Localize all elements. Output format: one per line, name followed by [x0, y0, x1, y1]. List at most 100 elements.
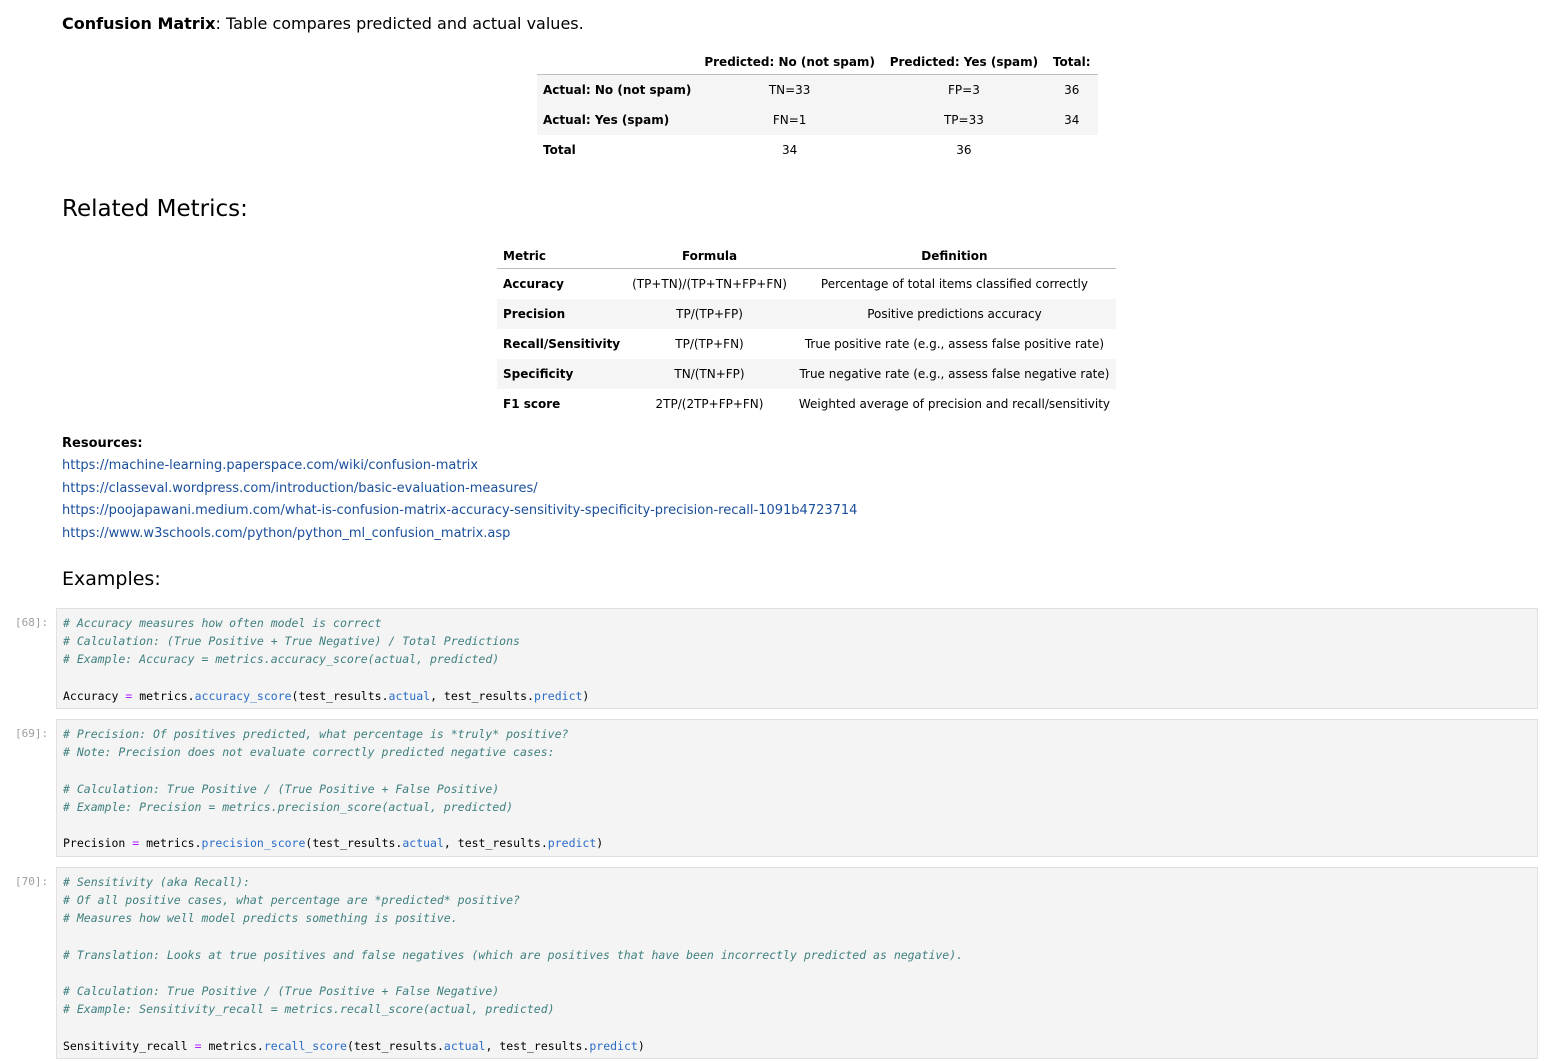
code-comment: # Calculation: True Positive / (True Pos… [63, 781, 500, 796]
resource-link[interactable]: https://poojapawani.medium.com/what-is-c… [62, 503, 857, 518]
table-cell: TP=33 [881, 105, 1046, 135]
row-header: Total [543, 143, 576, 157]
code-function: recall_score [263, 1038, 347, 1053]
code-line: # Precision: Of positives predicted, wha… [63, 725, 1531, 743]
column-header: Metric [497, 244, 627, 269]
table-row: Specificity TN/(TN+FP) True negative rat… [497, 359, 1116, 389]
row-header: Precision [497, 299, 627, 329]
table-cell: True negative rate (e.g., assess false n… [792, 359, 1116, 389]
table-cell: Positive predictions accuracy [792, 299, 1116, 329]
cell-prompt: [70]: [15, 875, 49, 888]
code-line: # Note: Precision does not evaluate corr… [63, 743, 1531, 761]
code-comment: # Example: Sensitivity_recall = metrics.… [63, 1002, 555, 1017]
code-editor[interactable]: # Precision: Of positives predicted, wha… [56, 719, 1538, 857]
row-header: Specificity [497, 359, 627, 389]
code-function: accuracy_score [194, 688, 292, 703]
cell-prompt: [69]: [15, 727, 49, 740]
row-header: F1 score [503, 397, 561, 411]
confusion-matrix-intro: Confusion Matrix: Table compares predict… [62, 14, 584, 33]
column-header: Formula [626, 244, 793, 269]
code-attribute: actual [443, 1038, 486, 1053]
table-cell: TP/(TP+FN) [675, 337, 744, 351]
table-cell: 34 [1045, 105, 1098, 135]
code-comment: # Example: Precision = metrics.precision… [63, 799, 514, 814]
code-attribute: predict [547, 836, 597, 851]
code-comment: # Measures how well model predicts somet… [63, 911, 458, 926]
table-cell: Percentage of total items classified cor… [820, 277, 1088, 291]
table-cell: 34 [781, 143, 798, 157]
table-cell: FP=3 [881, 74, 1046, 105]
code-line: # Of all positive cases, what percentage… [63, 891, 1531, 909]
code-comment: # Translation: Looks at true positives a… [63, 947, 964, 962]
resource-link[interactable]: https://machine-learning.paperspace.com/… [62, 458, 478, 473]
code-comment: # Note: Precision does not evaluate corr… [63, 745, 555, 760]
code-line: # Example: Sensitivity_recall = metrics.… [63, 1000, 1531, 1018]
code-comment: # Accuracy measures how often model is c… [63, 616, 382, 630]
table-cell: TN=33 [697, 74, 882, 105]
code-line: Sensitivity_recall = metrics.recall_scor… [63, 1038, 645, 1053]
code-argument: test_results [353, 1038, 437, 1053]
table-cell: TN/(TN+FP) [626, 359, 793, 389]
code-variable: Accuracy [63, 688, 119, 703]
code-line: # Calculation: True Positive / (True Pos… [63, 780, 1531, 798]
code-editor[interactable]: # Accuracy measures how often model is c… [56, 608, 1538, 709]
code-line: Precision = metrics.precision_score(test… [63, 836, 604, 851]
code-attribute: predict [589, 1038, 638, 1053]
resource-link[interactable]: https://www.w3schools.com/python/python_… [62, 526, 510, 541]
table-row: Accuracy (TP+TN)/(TP+TN+FP+FN) Percentag… [497, 269, 1116, 300]
related-metrics-table: Metric Formula Definition Accuracy (TP+T… [497, 244, 1116, 419]
intro-bold: Confusion Matrix [62, 14, 216, 33]
table-header-row: Metric Formula Definition [497, 244, 1116, 269]
column-header: Predicted: Yes (spam) [881, 50, 1046, 75]
code-argument: test_results [443, 688, 528, 703]
code-object: metrics [139, 688, 188, 703]
cell-prompt: [68]: [15, 616, 49, 629]
code-comment: # Of all positive cases, what percentage… [63, 893, 520, 908]
resource-link[interactable]: https://classeval.wordpress.com/introduc… [62, 481, 538, 496]
code-variable: Precision [63, 836, 126, 851]
code-line: # Accuracy measures how often model is c… [63, 614, 1531, 632]
code-function: precision_score [201, 836, 306, 851]
column-header [537, 50, 698, 75]
code-line: # Example: Precision = metrics.precision… [63, 798, 1531, 816]
code-comment: # Calculation: True Positive / (True Pos… [63, 984, 500, 999]
code-attribute: actual [388, 688, 431, 703]
code-object: metrics [146, 836, 195, 851]
code-line: # Example: Accuracy = metrics.accuracy_s… [63, 650, 1531, 668]
table-cell: True positive rate (e.g., assess false p… [804, 337, 1105, 351]
code-line: # Translation: Looks at true positives a… [63, 946, 1531, 964]
column-header: Predicted: No (not spam) [697, 50, 882, 75]
table-cell: FN=1 [697, 105, 882, 135]
code-line: # Calculation: (True Positive + True Neg… [63, 632, 1531, 650]
row-header: Actual: Yes (spam) [537, 105, 698, 135]
table-cell: 36 [1045, 74, 1098, 105]
table-row: Recall/Sensitivity TP/(TP+FN) True posit… [497, 329, 1116, 359]
code-variable: Sensitivity_recall [63, 1038, 188, 1053]
related-metrics-heading: Related Metrics: [62, 196, 248, 222]
table-cell: Weighted average of precision and recall… [798, 397, 1110, 411]
code-line: # Calculation: True Positive / (True Pos… [63, 982, 1531, 1000]
code-attribute: actual [402, 836, 444, 851]
code-attribute: predict [533, 688, 583, 703]
table-row: Total 34 36 [537, 135, 1098, 165]
row-header: Recall/Sensitivity [503, 337, 621, 351]
code-comment: # Calculation: (True Positive + True Neg… [63, 634, 520, 649]
column-header: Total: [1045, 50, 1098, 75]
confusion-matrix-table: Predicted: No (not spam) Predicted: Yes … [537, 50, 1098, 165]
code-argument: test_results [457, 836, 541, 851]
code-object: metrics [208, 1038, 257, 1053]
table-row: Precision TP/(TP+FP) Positive prediction… [497, 299, 1116, 329]
code-comment: # Sensitivity (aka Recall): [63, 875, 250, 889]
code-argument: test_results [312, 836, 396, 851]
table-cell: 36 [956, 143, 972, 157]
row-header: Accuracy [503, 277, 565, 291]
code-operator: = [132, 836, 140, 851]
code-editor[interactable]: # Sensitivity (aka Recall): # Of all posi… [56, 867, 1538, 1059]
table-cell: 2TP/(2TP+FP+FN) [655, 397, 764, 411]
row-header: Actual: No (not spam) [537, 74, 698, 105]
